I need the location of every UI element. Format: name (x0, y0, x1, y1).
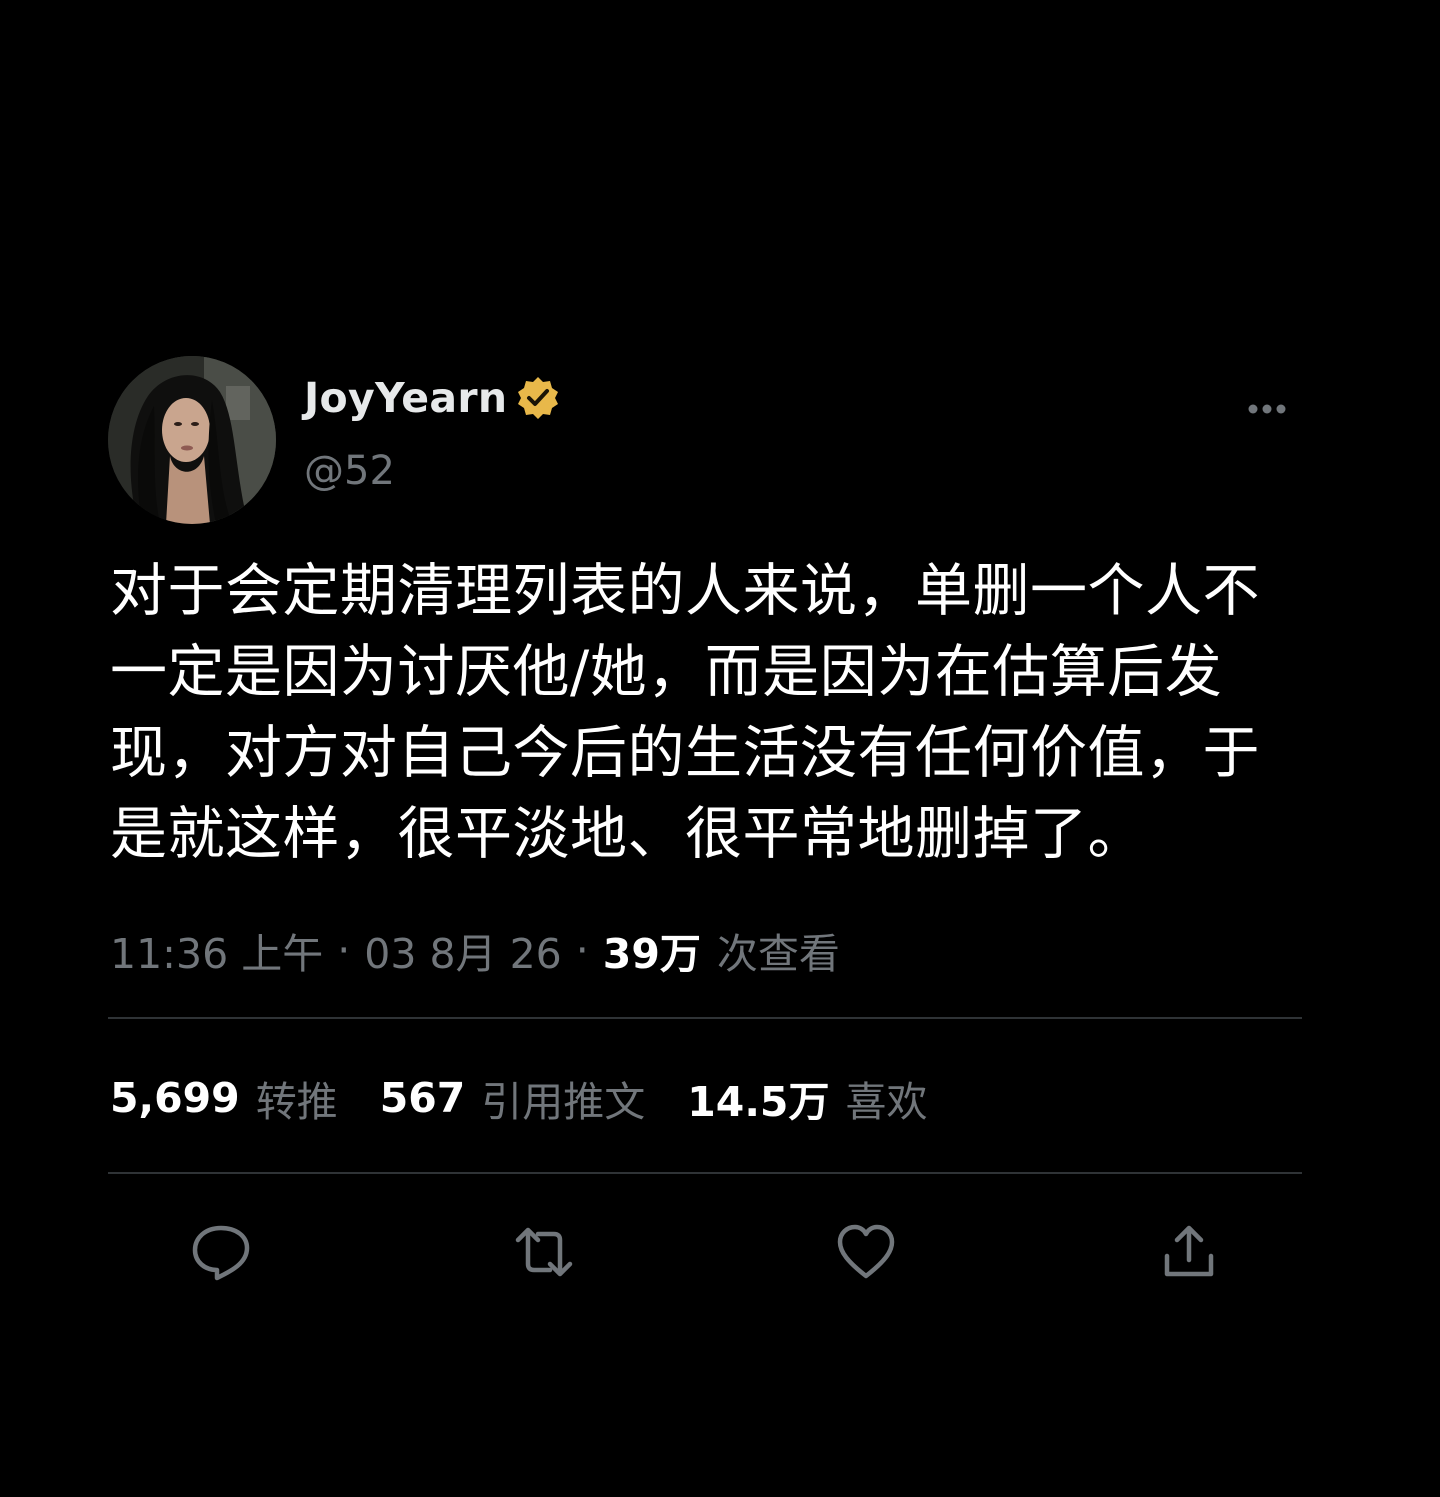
views-count[interactable]: 39万 (603, 920, 701, 980)
display-name[interactable]: JoyYearn (304, 374, 507, 422)
quotes-count: 567 (379, 1074, 466, 1122)
avatar[interactable] (108, 356, 276, 524)
author-handle[interactable]: @52 (304, 448, 395, 494)
views-label[interactable]: 次查看 (717, 920, 840, 980)
action-bar (0, 1212, 1440, 1292)
retweets-stat[interactable]: 5,699 转推 (110, 1068, 338, 1128)
reply-button[interactable] (181, 1212, 261, 1292)
tweet-date[interactable]: 03 8月 26 (364, 920, 562, 980)
divider (108, 1172, 1302, 1174)
retweet-icon (515, 1227, 573, 1277)
divider (108, 1017, 1302, 1019)
avatar-image (108, 356, 276, 524)
share-icon (1164, 1225, 1214, 1277)
likes-count: 14.5万 (687, 1078, 830, 1126)
share-button[interactable] (1149, 1212, 1229, 1292)
tweet-text: 对于会定期清理列表的人来说，单删一个人不一定是因为讨厌他/她，而是因为在估算后发… (110, 558, 1260, 867)
quotes-stat[interactable]: 567 引用推文 (380, 1068, 646, 1128)
meta-separator: · (575, 926, 589, 974)
likes-stat[interactable]: 14.5万 喜欢 (687, 1068, 927, 1128)
reply-icon (192, 1225, 250, 1281)
retweets-count: 5,699 (110, 1074, 240, 1122)
like-button[interactable] (826, 1212, 906, 1292)
engagement-stats: 5,699 转推 567 引用推文 14.5万 喜欢 (110, 1068, 969, 1128)
retweet-button[interactable] (504, 1212, 584, 1292)
tweet-time[interactable]: 11:36 上午 (110, 920, 323, 980)
tweet-detail: JoyYearn @52 对于会定期清理列表的人来说，单删一个人不一定是因为讨厌… (0, 0, 1440, 1497)
more-icon (1248, 404, 1286, 414)
likes-label: 喜欢 (845, 1078, 928, 1126)
tweet-meta: 11:36 上午 · 03 8月 26 · 39万 次查看 (110, 920, 840, 980)
like-icon (837, 1224, 895, 1279)
meta-separator: · (337, 926, 351, 974)
quotes-label: 引用推文 (481, 1078, 646, 1126)
author-name-row[interactable]: JoyYearn (304, 372, 561, 424)
more-options-button[interactable] (1240, 392, 1294, 426)
verified-badge-icon (518, 377, 559, 419)
retweets-label: 转推 (255, 1078, 338, 1126)
